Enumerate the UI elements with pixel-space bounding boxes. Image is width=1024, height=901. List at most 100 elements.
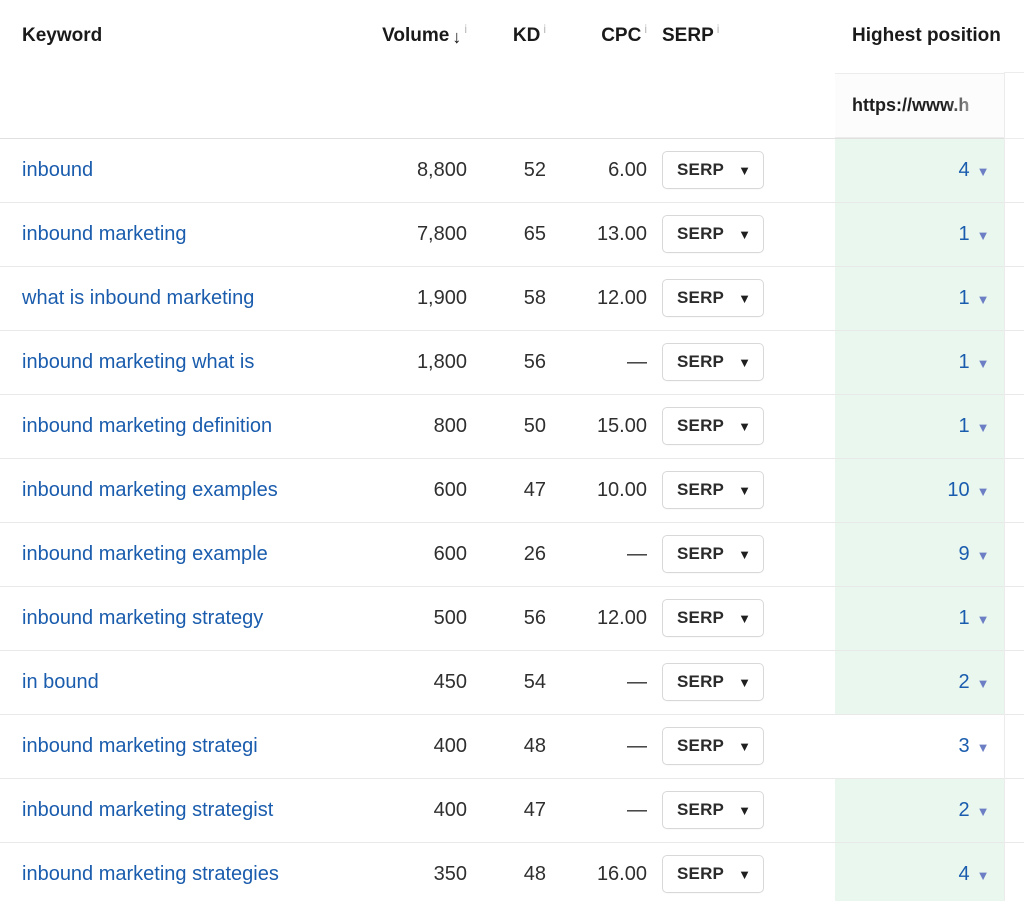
cell-cpc: — xyxy=(556,778,657,842)
keyword-link[interactable]: inbound marketing strategist xyxy=(22,799,273,822)
serp-dropdown-button[interactable]: SERP▼ xyxy=(662,663,764,701)
table-row[interactable]: inbound marketing definition8005015.00SE… xyxy=(0,394,1024,458)
highest-position-value: 1 xyxy=(959,415,970,438)
serp-dropdown-button[interactable]: SERP▼ xyxy=(662,407,764,445)
chevron-down-icon: ▼ xyxy=(738,484,751,497)
serp-dropdown-button[interactable]: SERP▼ xyxy=(662,599,764,637)
cell-keyword: inbound marketing strategies xyxy=(0,842,352,901)
keyword-link[interactable]: inbound marketing examples xyxy=(22,479,278,502)
cell-kd: 26 xyxy=(477,522,556,586)
volume-value: 800 xyxy=(434,415,467,438)
serp-button-label: SERP xyxy=(677,864,724,884)
cell-kd: 58 xyxy=(477,266,556,330)
cpc-value: — xyxy=(627,351,647,374)
target-url-label: https://www.h xyxy=(852,95,969,116)
info-icon[interactable]: i xyxy=(464,23,467,35)
column-header-keyword[interactable]: Keyword xyxy=(0,0,352,73)
table-row[interactable]: inbound marketing examples6004710.00SERP… xyxy=(0,458,1024,522)
serp-dropdown-button[interactable]: SERP▼ xyxy=(662,151,764,189)
volume-value: 1,800 xyxy=(417,351,467,374)
serp-button-label: SERP xyxy=(677,288,724,308)
column-header-highest-position[interactable]: Highest position xyxy=(835,0,1024,73)
table-row[interactable]: inbound marketing strategist40047—SERP▼2… xyxy=(0,778,1024,842)
serp-button-label: SERP xyxy=(677,480,724,500)
highest-position-control[interactable]: 1▼ xyxy=(835,587,1004,650)
keyword-link[interactable]: inbound marketing strategy xyxy=(22,607,263,630)
subheader-target-url-cell[interactable]: https://www.h xyxy=(835,73,1004,139)
table-row[interactable]: inbound marketing example60026—SERP▼9▼ xyxy=(0,522,1024,586)
volume-value: 400 xyxy=(434,799,467,822)
serp-dropdown-button[interactable]: SERP▼ xyxy=(662,535,764,573)
cell-highest-position: 10▼ xyxy=(835,458,1004,522)
highest-position-control[interactable]: 1▼ xyxy=(835,267,1004,330)
keyword-link[interactable]: inbound marketing example xyxy=(22,543,268,566)
table-row[interactable]: what is inbound marketing1,9005812.00SER… xyxy=(0,266,1024,330)
keyword-link[interactable]: inbound marketing xyxy=(22,223,187,246)
table-row[interactable]: inbound marketing strategies3504816.00SE… xyxy=(0,842,1024,901)
keyword-link[interactable]: inbound marketing strategies xyxy=(22,863,279,886)
table-row[interactable]: inbound marketing strategy5005612.00SERP… xyxy=(0,586,1024,650)
subheader-spacer xyxy=(0,73,835,139)
table-row[interactable]: inbound marketing7,8006513.00SERP▼1▼ xyxy=(0,202,1024,266)
cell-volume: 400 xyxy=(352,714,477,778)
chevron-down-icon: ▼ xyxy=(738,612,751,625)
highest-position-control[interactable]: 4▼ xyxy=(835,843,1004,901)
info-icon[interactable]: i xyxy=(543,23,546,35)
cell-next-column xyxy=(1004,714,1024,778)
cell-keyword: inbound marketing xyxy=(0,202,352,266)
keyword-link[interactable]: inbound xyxy=(22,159,93,182)
chevron-down-icon: ▼ xyxy=(977,549,990,562)
highest-position-control[interactable]: 3▼ xyxy=(835,715,1004,778)
highest-position-control[interactable]: 10▼ xyxy=(835,459,1004,522)
highest-position-control[interactable]: 2▼ xyxy=(835,779,1004,842)
column-header-volume[interactable]: Volume↓i xyxy=(352,0,477,73)
keyword-link[interactable]: inbound marketing definition xyxy=(22,415,272,438)
serp-dropdown-button[interactable]: SERP▼ xyxy=(662,215,764,253)
highest-position-control[interactable]: 9▼ xyxy=(835,523,1004,586)
sort-descending-icon[interactable]: ↓ xyxy=(452,28,461,46)
serp-dropdown-button[interactable]: SERP▼ xyxy=(662,279,764,317)
keyword-link[interactable]: what is inbound marketing xyxy=(22,287,254,310)
serp-button-label: SERP xyxy=(677,416,724,436)
highest-position-value: 9 xyxy=(959,543,970,566)
column-header-cpc[interactable]: CPCi xyxy=(556,0,657,73)
chevron-down-icon: ▼ xyxy=(738,356,751,369)
info-icon[interactable]: i xyxy=(717,23,720,35)
highest-position-control[interactable]: 1▼ xyxy=(835,395,1004,458)
info-icon[interactable]: i xyxy=(644,23,647,35)
table-row[interactable]: inbound8,800526.00SERP▼4▼ xyxy=(0,138,1024,202)
highest-position-control[interactable]: 4▼ xyxy=(835,139,1004,202)
table-row[interactable]: inbound marketing strategi40048—SERP▼3▼ xyxy=(0,714,1024,778)
subheader-row: https://www.h xyxy=(0,73,1024,139)
kd-value: 48 xyxy=(524,735,546,758)
volume-value: 600 xyxy=(434,479,467,502)
cpc-value: 13.00 xyxy=(597,223,647,246)
chevron-down-icon: ▼ xyxy=(738,868,751,881)
cell-next-column xyxy=(1004,586,1024,650)
keywords-table: Keyword Volume↓i KDi CPCi xyxy=(0,0,1024,901)
serp-dropdown-button[interactable]: SERP▼ xyxy=(662,791,764,829)
column-header-serp[interactable]: SERPi xyxy=(657,0,835,73)
keyword-link[interactable]: inbound marketing what is xyxy=(22,351,254,374)
serp-dropdown-button[interactable]: SERP ▼ xyxy=(662,471,764,509)
highest-position-control[interactable]: 1▼ xyxy=(835,331,1004,394)
cell-next-column xyxy=(1004,202,1024,266)
keyword-link[interactable]: in bound xyxy=(22,671,99,694)
cpc-value: 10.00 xyxy=(597,479,647,502)
column-header-kd[interactable]: KDi xyxy=(477,0,556,73)
serp-dropdown-button[interactable]: SERP ▼ xyxy=(662,855,764,893)
cell-kd: 54 xyxy=(477,650,556,714)
highest-position-control[interactable]: 2▼ xyxy=(835,651,1004,714)
cell-next-column xyxy=(1004,458,1024,522)
cell-cpc: 12.00 xyxy=(556,266,657,330)
cell-volume: 350 xyxy=(352,842,477,901)
highest-position-value: 4 xyxy=(959,159,970,182)
chevron-down-icon: ▼ xyxy=(738,548,751,561)
highest-position-control[interactable]: 1▼ xyxy=(835,203,1004,266)
keyword-link[interactable]: inbound marketing strategi xyxy=(22,735,258,758)
table-row[interactable]: in bound45054—SERP▼2▼ xyxy=(0,650,1024,714)
cell-kd: 50 xyxy=(477,394,556,458)
serp-dropdown-button[interactable]: SERP▼ xyxy=(662,727,764,765)
serp-dropdown-button[interactable]: SERP▼ xyxy=(662,343,764,381)
table-row[interactable]: inbound marketing what is1,80056—SERP▼1▼ xyxy=(0,330,1024,394)
